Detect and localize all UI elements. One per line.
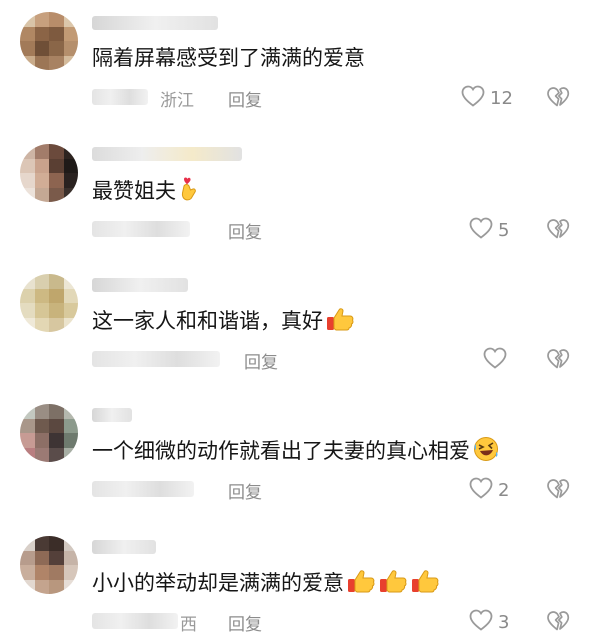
username-blurred[interactable] [92,278,188,292]
location-label: 浙江 [160,91,194,111]
like-button[interactable] [482,346,512,374]
avatar[interactable] [20,536,78,594]
broken-heart-icon[interactable] [546,348,570,374]
like-button[interactable]: 5 [468,216,509,244]
username-blurred[interactable] [92,540,156,554]
reply-button[interactable]: 回复 [228,610,262,635]
username-blurred[interactable] [92,408,132,422]
reply-button[interactable]: 回复 [228,86,262,111]
broken-heart-icon[interactable] [546,86,570,112]
username-blurred[interactable] [92,16,218,30]
broken-heart-icon[interactable] [546,478,570,504]
comment-text-content: 最赞姐夫 [92,179,176,203]
comment-text: 这一家人和和谐谐，真好 [92,306,355,339]
comment-text: 小小的举动却是满满的爱意 [92,568,440,601]
comment-text: 最赞姐夫 [92,176,200,209]
timestamp-blurred [92,221,190,237]
reply-button[interactable]: 回复 [228,478,262,503]
timestamp-blurred [92,89,148,105]
comment-text: 隔着屏幕感受到了满满的爱意 [92,46,365,70]
avatar[interactable] [20,274,78,332]
like-count: 12 [490,87,513,109]
like-count: 2 [498,479,510,501]
broken-heart-icon[interactable] [546,610,570,636]
heart-icon [460,84,486,112]
timestamp-blurred [92,351,220,367]
reply-button[interactable]: 回复 [244,348,278,373]
heart-icon [468,216,494,244]
finger-heart-emoji-icon [178,176,200,209]
thumbs-up-emoji-icon [325,306,355,339]
heart-icon [468,608,494,636]
like-button[interactable]: 2 [468,476,509,504]
avatar[interactable] [20,12,78,70]
comment-text: 一个细微的动作就看出了夫妻的真心相爱 [92,436,500,469]
like-button[interactable]: 3 [468,608,509,636]
like-count: 3 [498,611,510,633]
comment-text-content: 小小的举动却是满满的爱意 [92,571,344,595]
reply-button[interactable]: 回复 [228,218,262,243]
timestamp-blurred [92,613,178,629]
comment-text-content: 一个细微的动作就看出了夫妻的真心相爱 [92,439,470,463]
timestamp-blurred [92,481,194,497]
avatar[interactable] [20,404,78,462]
location-label: 西 [180,615,197,635]
avatar[interactable] [20,144,78,202]
heart-icon [482,346,508,374]
like-count: 5 [498,219,510,241]
rolling-laugh-emoji-icon [472,436,500,469]
thumbs-up-emoji-icon [378,568,408,601]
broken-heart-icon[interactable] [546,218,570,244]
thumbs-up-emoji-icon [346,568,376,601]
comment-text-content: 这一家人和和谐谐，真好 [92,309,323,333]
heart-icon [468,476,494,504]
username-blurred[interactable] [92,147,242,161]
thumbs-up-emoji-icon [410,568,440,601]
like-button[interactable]: 12 [460,84,513,112]
